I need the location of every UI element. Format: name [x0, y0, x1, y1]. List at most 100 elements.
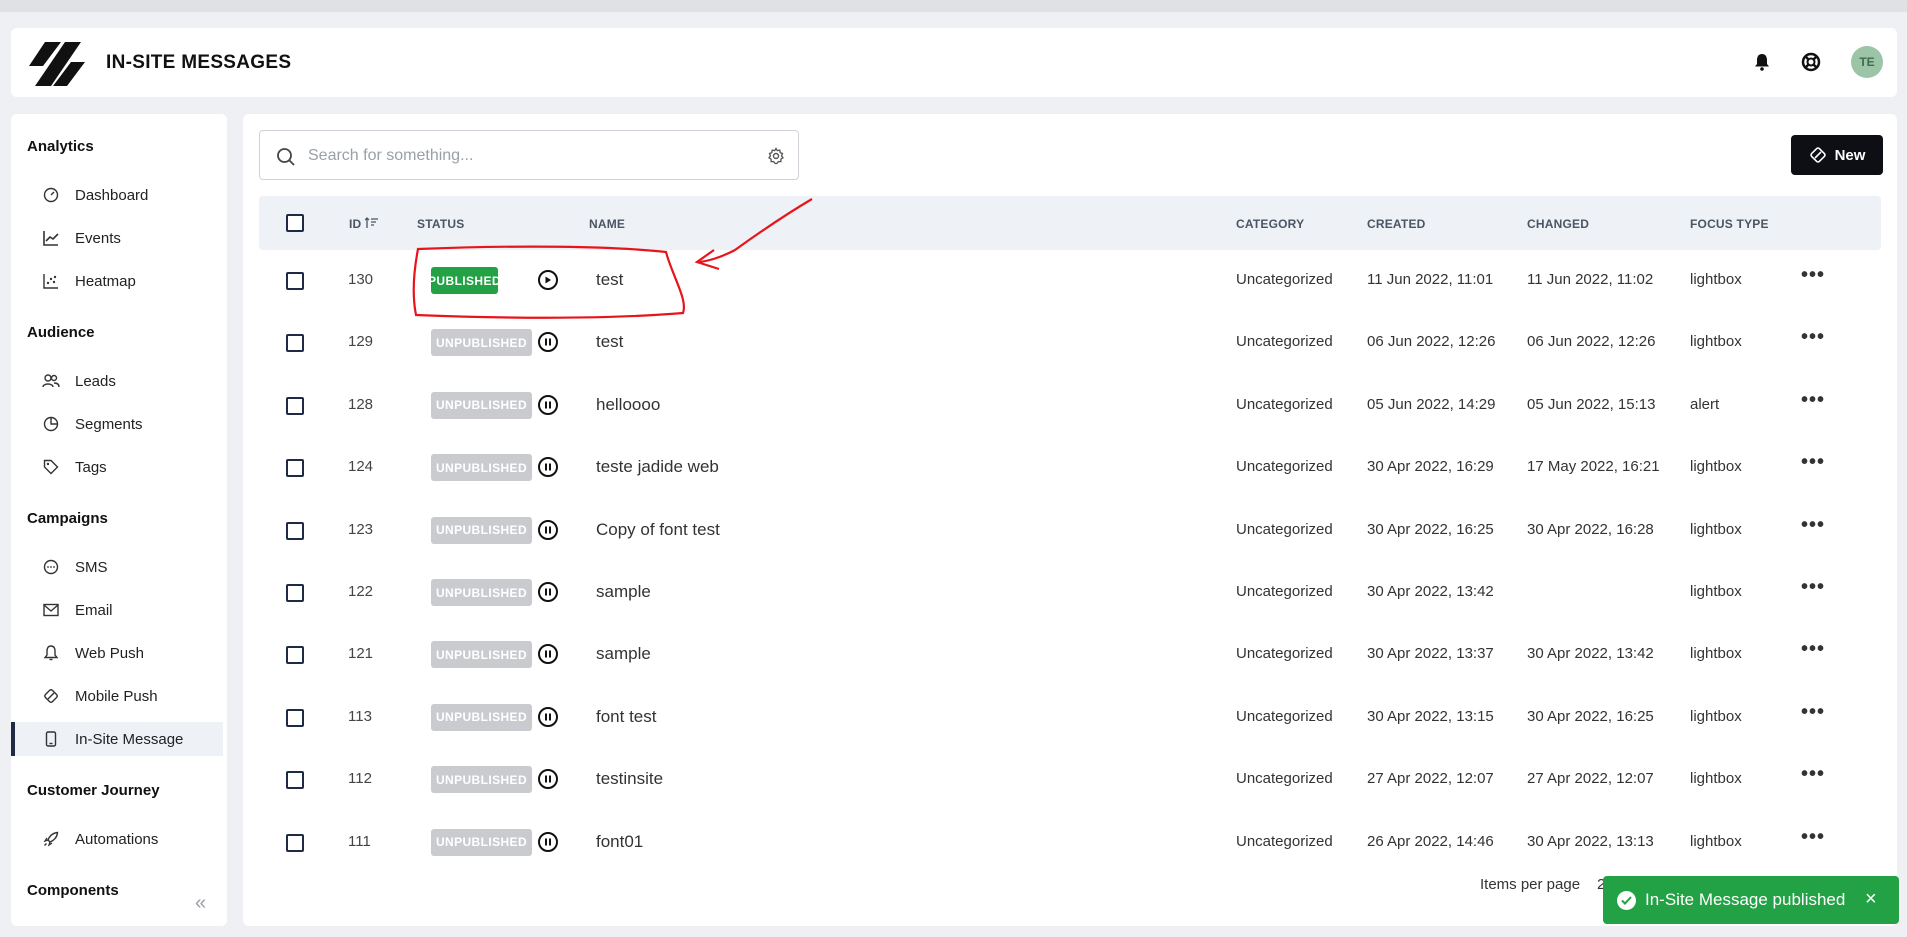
row-checkbox[interactable]	[286, 646, 304, 665]
status-badge[interactable]: UNPUBLISHED	[431, 391, 532, 419]
sidebar-item-automations[interactable]: Automations	[11, 822, 223, 856]
more-actions-icon[interactable]: •••	[1801, 451, 1825, 474]
sidebar-item-label: SMS	[75, 558, 108, 576]
cell-name[interactable]: font test	[596, 707, 656, 727]
brand-logo-icon[interactable]	[27, 40, 89, 88]
column-header-category[interactable]: CATEGORY	[1236, 217, 1304, 231]
cell-focus-type: lightbox	[1690, 583, 1742, 600]
close-icon[interactable]: ×	[1865, 888, 1877, 911]
more-actions-icon[interactable]: •••	[1801, 701, 1825, 724]
column-header-focus-type[interactable]: FOCUS TYPE	[1690, 217, 1769, 231]
status-badge[interactable]: UNPUBLISHED	[431, 454, 532, 482]
table-row[interactable]: 122 UNPUBLISHED sample Uncategorized 30 Apr …	[259, 562, 1881, 624]
row-checkbox[interactable]	[286, 272, 304, 290]
row-checkbox[interactable]	[286, 833, 304, 852]
collapse-sidebar-icon[interactable]: «	[195, 892, 206, 915]
new-button[interactable]: New	[1791, 135, 1883, 175]
sidebar-item-tags[interactable]: Tags	[11, 450, 223, 484]
pause-icon[interactable]	[538, 582, 558, 602]
status-badge[interactable]: UNPUBLISHED	[431, 766, 532, 794]
sidebar-item-leads[interactable]: Leads	[11, 364, 223, 398]
table-row[interactable]: 121 UNPUBLISHED sample Uncategorized 30 Apr …	[259, 624, 1881, 686]
cell-name[interactable]: Copy of font test	[596, 520, 720, 540]
status-badge[interactable]: UNPUBLISHED	[431, 329, 532, 357]
sidebar-item-dashboard[interactable]: Dashboard	[11, 178, 223, 212]
row-checkbox[interactable]	[286, 771, 304, 790]
table-row[interactable]: 124 UNPUBLISHED teste jadide web Uncategori…	[259, 437, 1881, 499]
more-actions-icon[interactable]: •••	[1801, 326, 1825, 349]
more-actions-icon[interactable]: •••	[1801, 389, 1825, 412]
sidebar-item-in-site-message[interactable]: In-Site Message	[11, 722, 223, 756]
cell-id: 123	[348, 520, 374, 538]
row-checkbox[interactable]	[286, 708, 304, 727]
more-actions-icon[interactable]: •••	[1801, 514, 1825, 537]
select-all-checkbox[interactable]	[286, 214, 304, 232]
pause-icon[interactable]	[538, 769, 558, 790]
cell-id: 111	[348, 832, 371, 850]
row-checkbox[interactable]	[286, 396, 304, 415]
pause-icon[interactable]	[538, 394, 558, 415]
sidebar-item-events[interactable]: Events	[11, 221, 223, 255]
cell-created: 30 Apr 2022, 16:29	[1367, 458, 1494, 476]
sort-icon[interactable]	[364, 217, 379, 229]
sidebar-item-email[interactable]: Email	[11, 593, 223, 627]
status-badge[interactable]: UNPUBLISHED	[431, 641, 532, 669]
cell-name[interactable]: test	[596, 332, 623, 352]
sidebar-item-label: Mobile Push	[75, 687, 158, 705]
more-actions-icon[interactable]: •••	[1801, 763, 1825, 786]
row-checkbox[interactable]	[286, 334, 304, 353]
table-row[interactable]: 123 UNPUBLISHED Copy of font test Uncategor…	[259, 500, 1881, 562]
column-header-status[interactable]: STATUS	[417, 217, 464, 231]
status-badge[interactable]: PUBLISHED	[428, 267, 501, 294]
row-checkbox[interactable]	[286, 584, 304, 602]
bell-icon[interactable]	[1750, 50, 1774, 74]
cell-name[interactable]: testinsite	[596, 769, 663, 789]
cell-name[interactable]: teste jadide web	[596, 457, 719, 477]
column-header-changed[interactable]: CHANGED	[1527, 217, 1589, 231]
more-actions-icon[interactable]: •••	[1801, 826, 1825, 849]
sidebar-item-sms[interactable]: SMS	[11, 550, 223, 584]
gear-icon[interactable]	[767, 147, 785, 165]
more-actions-icon[interactable]: •••	[1801, 638, 1825, 661]
column-header-created[interactable]: CREATED	[1367, 217, 1426, 231]
cell-name[interactable]: helloooo	[596, 395, 660, 415]
status-badge[interactable]: UNPUBLISHED	[431, 579, 532, 606]
more-actions-icon[interactable]: •••	[1801, 576, 1825, 599]
sidebar-item-web-push[interactable]: Web Push	[11, 636, 223, 670]
table-row[interactable]: 128 UNPUBLISHED helloooo Uncategorized 05 Ju…	[259, 375, 1881, 437]
pause-icon[interactable]	[538, 457, 558, 478]
sidebar-item-mobile-push[interactable]: Mobile Push	[11, 679, 223, 713]
table-row[interactable]: 113 UNPUBLISHED font test Uncategorized 30 A…	[259, 687, 1881, 749]
pause-icon[interactable]	[538, 332, 558, 353]
status-badge[interactable]: UNPUBLISHED	[431, 516, 532, 544]
column-header-id[interactable]: ID	[349, 217, 379, 231]
avatar[interactable]: TE	[1851, 46, 1883, 78]
pause-icon[interactable]	[538, 706, 558, 727]
help-lifebuoy-icon[interactable]	[1799, 50, 1823, 74]
cell-name[interactable]: font01	[596, 832, 643, 852]
cell-name[interactable]: sample	[596, 582, 651, 602]
more-actions-icon[interactable]: •••	[1801, 264, 1825, 287]
sidebar-item-segments[interactable]: Segments	[11, 407, 223, 441]
cell-category: Uncategorized	[1236, 520, 1333, 538]
pause-icon[interactable]	[538, 519, 558, 540]
table-row[interactable]: 111 UNPUBLISHED font01 Uncategorized 26 Apr …	[259, 812, 1881, 874]
play-icon[interactable]	[538, 270, 558, 290]
search-input[interactable]	[308, 143, 748, 169]
pause-icon[interactable]	[538, 831, 558, 852]
table-row[interactable]: 130 PUBLISHED test Uncategorized 11 Jun 2022…	[259, 250, 1881, 312]
sidebar-item-heatmap[interactable]: Heatmap	[11, 264, 223, 298]
sidebar-section-analytics: Analytics	[27, 138, 94, 155]
pause-icon[interactable]	[538, 644, 558, 665]
rocket-icon	[42, 830, 60, 848]
status-badge[interactable]: UNPUBLISHED	[431, 828, 532, 856]
column-header-name[interactable]: NAME	[589, 217, 625, 231]
cell-focus-type: alert	[1690, 395, 1720, 413]
row-checkbox[interactable]	[286, 521, 304, 540]
table-row[interactable]: 112 UNPUBLISHED testinsite Uncategorized 27 …	[259, 749, 1881, 811]
row-checkbox[interactable]	[286, 459, 304, 478]
table-row[interactable]: 129 UNPUBLISHED test Uncategorized 06 Jun 20…	[259, 312, 1881, 374]
status-badge[interactable]: UNPUBLISHED	[431, 703, 532, 731]
cell-name[interactable]: test	[596, 270, 623, 290]
cell-name[interactable]: sample	[596, 644, 651, 664]
